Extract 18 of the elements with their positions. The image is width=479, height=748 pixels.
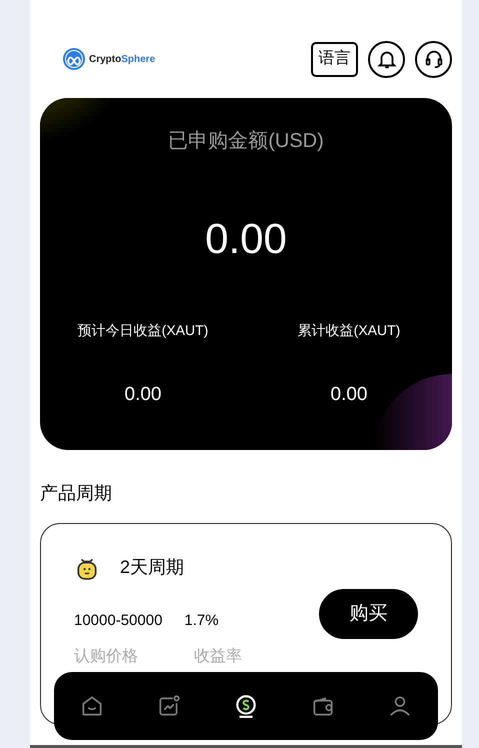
stat-value: 0.00: [330, 383, 368, 407]
support-button[interactable]: [415, 40, 452, 78]
yield-rate: 1.7%: [184, 610, 219, 631]
section-title: 产品周期: [40, 482, 113, 505]
buy-button[interactable]: 购买: [319, 589, 418, 639]
card-title: 已申购金额(USD): [168, 129, 324, 154]
stat-value: 0.00: [124, 383, 162, 407]
stat-label: 预计今日收益(XAUT): [78, 321, 208, 340]
price-range: 10000-50000: [74, 610, 162, 631]
rate-label: 收益率: [194, 646, 242, 667]
product-name: 2天周期: [120, 556, 184, 579]
stat-label: 累计收益(XAUT): [298, 321, 400, 340]
notification-button[interactable]: [368, 40, 405, 78]
subscribed-amount: 0.00: [205, 218, 287, 260]
language-button[interactable]: 语言: [311, 42, 358, 76]
logo-icon: [62, 47, 86, 71]
brand-name: CryptoSphere: [89, 52, 156, 66]
price-label: 认购价格: [74, 647, 138, 667]
